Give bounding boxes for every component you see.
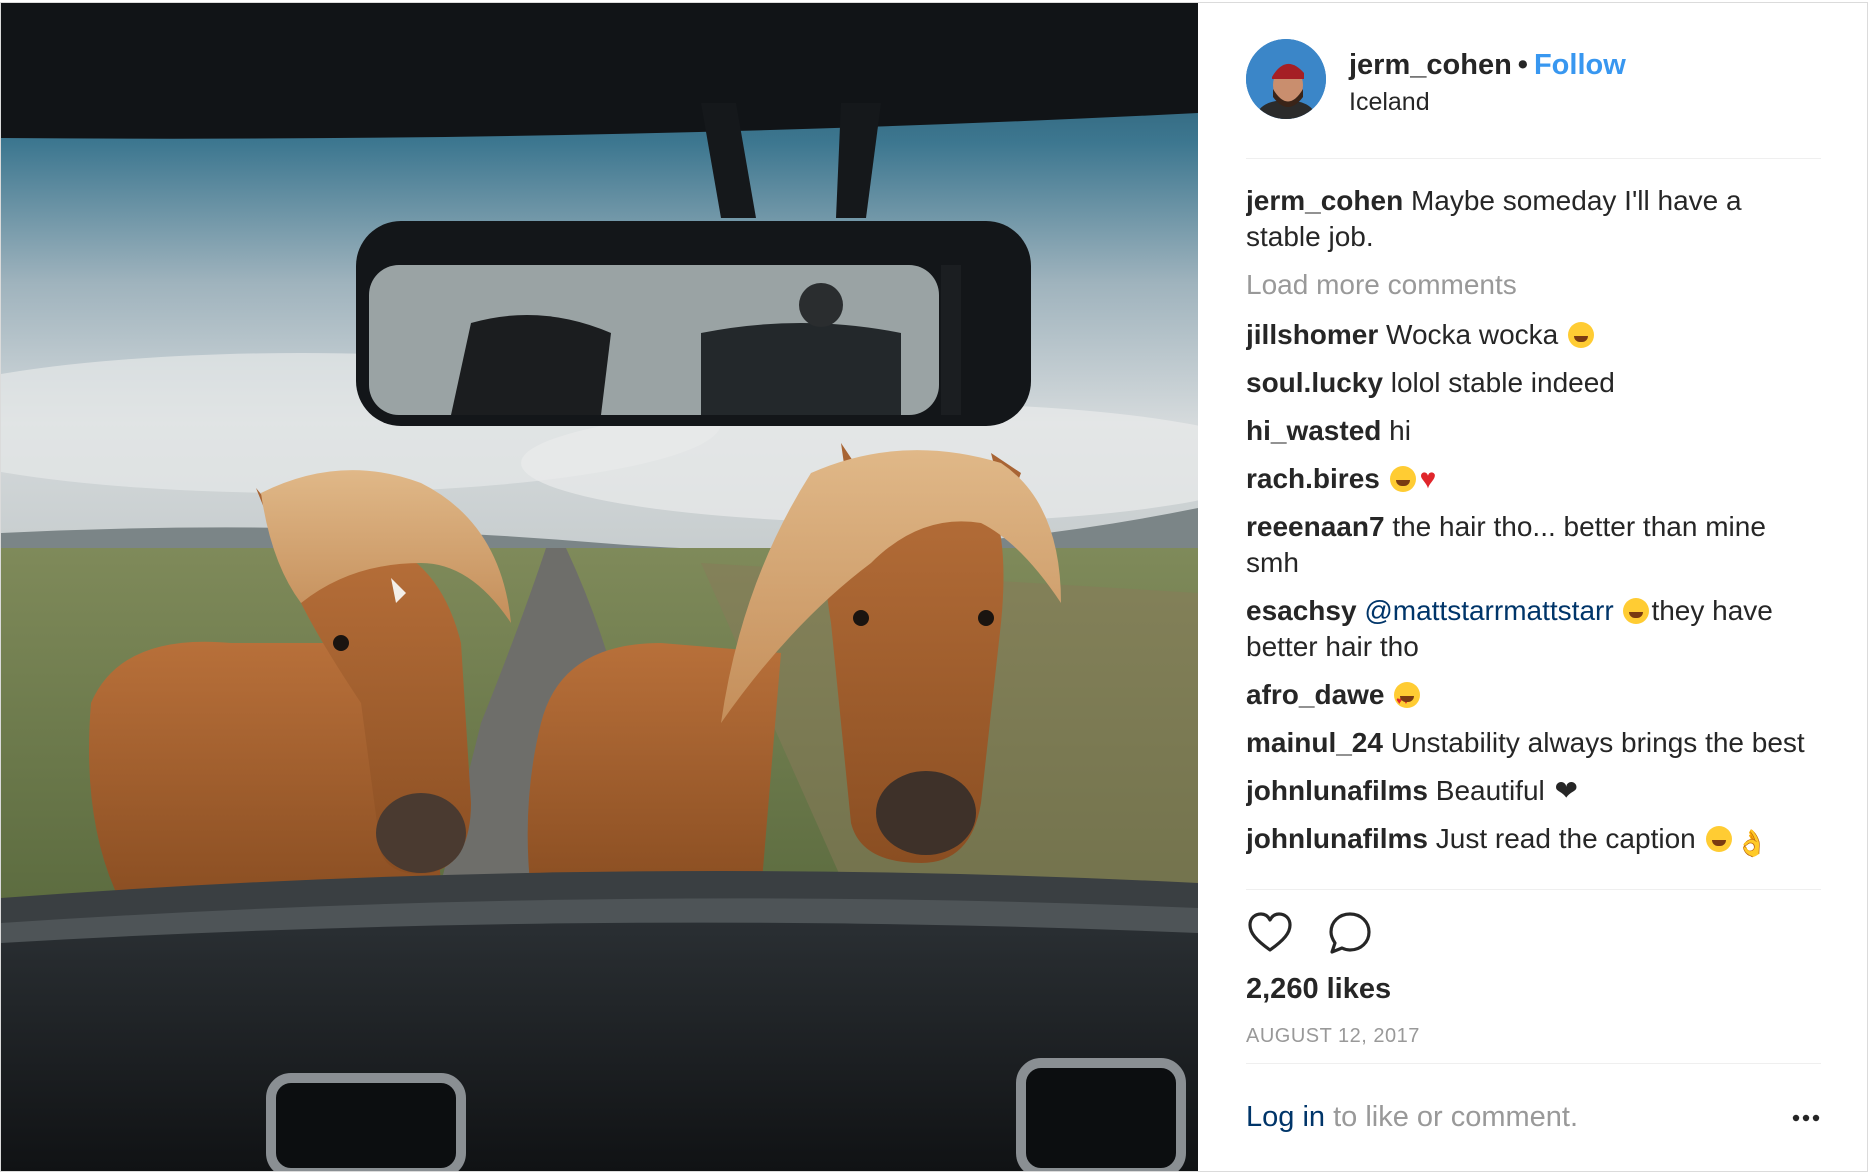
- post-photo[interactable]: [1, 3, 1198, 1171]
- comment-username[interactable]: jillshomer: [1246, 319, 1378, 350]
- comment-item: johnlunafilms Just read the caption 👌: [1246, 821, 1821, 861]
- comment-username[interactable]: afro_dawe: [1246, 679, 1385, 710]
- ellipsis-icon: [1792, 1114, 1820, 1122]
- grin-emoji-icon: [1568, 322, 1595, 348]
- load-more-comments-button[interactable]: Load more comments: [1246, 267, 1821, 303]
- divider: [1246, 1063, 1821, 1064]
- post-username[interactable]: jerm_cohen: [1349, 49, 1512, 81]
- divider: [1246, 889, 1821, 890]
- comment-item: jillshomer Wocka wocka: [1246, 317, 1821, 353]
- comment-item: soul.lucky lolol stable indeed: [1246, 365, 1821, 401]
- post-location[interactable]: Iceland: [1349, 88, 1430, 117]
- comment-username[interactable]: rach.bires: [1246, 463, 1380, 494]
- comment-mention[interactable]: @mattstarrmattstarr: [1364, 595, 1613, 626]
- comment-text: Wocka wocka: [1386, 319, 1559, 350]
- post-sidebar: jerm_cohen • Follow Iceland jerm_cohen May…: [1198, 3, 1867, 1171]
- caption-username[interactable]: jerm_cohen: [1246, 185, 1403, 216]
- post-header: jerm_cohen • Follow Iceland: [1246, 39, 1821, 123]
- comment-text: hi: [1389, 415, 1411, 446]
- relieved-emoji-icon: [1623, 598, 1650, 624]
- more-options-button[interactable]: [1791, 1103, 1821, 1133]
- comment-item: esachsy @mattstarrmattstarr they have be…: [1246, 593, 1821, 665]
- comment-username[interactable]: esachsy: [1246, 595, 1357, 626]
- comment-item: afro_dawe: [1246, 677, 1821, 720]
- comment-text: Beautiful: [1435, 775, 1545, 806]
- comment-item: rach.bires ♥: [1246, 461, 1821, 497]
- red-heart-icon: ♥: [1419, 463, 1437, 494]
- sweat-smile-emoji-icon: [1705, 826, 1732, 852]
- divider: [1246, 158, 1821, 159]
- post-frame: jerm_cohen • Follow Iceland jerm_cohen May…: [0, 2, 1868, 1172]
- separator-dot: •: [1517, 49, 1528, 81]
- comment-text: lolol stable indeed: [1390, 367, 1615, 398]
- comment-item: hi_wasted hi: [1246, 413, 1821, 449]
- follow-button[interactable]: Follow: [1534, 49, 1626, 81]
- avatar-image: [1246, 39, 1326, 119]
- black-heart-icon: ❤: [1554, 775, 1578, 806]
- comment-username[interactable]: johnlunafilms: [1246, 775, 1428, 806]
- joy-emoji-icon: [1389, 466, 1416, 492]
- login-prompt: Log in to like or comment.: [1246, 1101, 1578, 1134]
- comment-item: reeenaan7 the hair tho... better than mi…: [1246, 509, 1821, 581]
- comment-text: Unstability always brings the best: [1390, 727, 1805, 758]
- comment-item: mainul_24 Unstability always brings the …: [1246, 725, 1821, 761]
- comment-username[interactable]: johnlunafilms: [1246, 823, 1428, 854]
- header-user-line: jerm_cohen • Follow: [1349, 49, 1626, 82]
- comment-text: Just read the caption: [1435, 823, 1696, 854]
- comment-username[interactable]: reeenaan7: [1246, 511, 1385, 542]
- heart-eyes-emoji-icon: [1394, 682, 1421, 720]
- horses-windshield-image: [1, 3, 1198, 1171]
- comment-item: johnlunafilms Beautiful ❤: [1246, 773, 1821, 809]
- comment-username[interactable]: mainul_24: [1246, 727, 1383, 758]
- comments-list[interactable]: jerm_cohen Maybe someday I'll have a sta…: [1246, 183, 1821, 889]
- login-prompt-text: to like or comment.: [1333, 1101, 1579, 1133]
- likes-count[interactable]: 2,260 likes: [1246, 973, 1391, 1006]
- heart-outline-icon: [1248, 912, 1292, 952]
- like-button[interactable]: [1246, 909, 1294, 957]
- login-link[interactable]: Log in: [1246, 1101, 1325, 1133]
- comment-button[interactable]: [1326, 909, 1374, 957]
- ok-hand-icon: 👌: [1735, 828, 1768, 858]
- comment-username[interactable]: soul.lucky: [1246, 367, 1383, 398]
- avatar[interactable]: [1246, 39, 1326, 119]
- post-date[interactable]: AUGUST 12, 2017: [1246, 1025, 1420, 1048]
- speech-bubble-icon: [1329, 912, 1371, 954]
- comment-username[interactable]: hi_wasted: [1246, 415, 1381, 446]
- caption: jerm_cohen Maybe someday I'll have a sta…: [1246, 183, 1821, 255]
